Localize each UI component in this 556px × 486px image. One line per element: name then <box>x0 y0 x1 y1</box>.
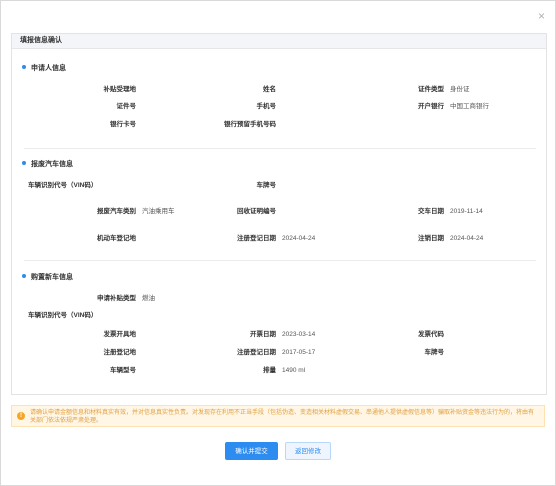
panel-title: 填报信息确认 <box>12 34 546 49</box>
section-newcar-title: 购置新车信息 <box>22 273 73 283</box>
bullet-dot-icon <box>22 274 26 279</box>
label-handover-date: 交车日期 <box>418 208 444 215</box>
value-scrap-category: 汽油乘用车 <box>142 208 175 215</box>
label-name: 姓名 <box>263 86 276 93</box>
value-invoice-date: 2023-03-14 <box>282 331 316 338</box>
label-subsidy-type: 申请补贴类型 <box>97 295 136 302</box>
section-applicant-label: 申请人信息 <box>31 65 66 72</box>
section-scrapped-title: 报废汽车信息 <box>22 160 73 170</box>
bullet-dot-icon <box>22 65 26 70</box>
label-cancel-date: 注销日期 <box>418 235 444 242</box>
label-subsidy-location: 补贴受理地 <box>103 86 137 93</box>
value-new-reg-date: 2017-05-17 <box>282 349 316 356</box>
section-divider <box>24 148 536 149</box>
label-invoice-code: 发票代码 <box>418 331 444 338</box>
confirm-dialog: × 填报信息确认 申请人信息 补贴受理地 姓名 证件类型 身份证 证件号 手机号… <box>0 0 556 486</box>
section-applicant-title: 申请人信息 <box>22 64 66 74</box>
warning-icon: ! <box>17 412 25 420</box>
label-invoice-place: 发票开具地 <box>103 331 137 338</box>
value-bank: 中国工商银行 <box>450 103 489 110</box>
confirm-submit-button[interactable]: 确认并提交 <box>225 442 278 460</box>
info-panel: 填报信息确认 申请人信息 补贴受理地 姓名 证件类型 身份证 证件号 手机号 开… <box>11 33 547 395</box>
value-cancel-date: 2024-04-24 <box>450 235 484 242</box>
label-bank-phone: 银行预留手机号码 <box>224 121 276 128</box>
notice-bar: ! 请确认申请金额信息和材料真实有效，并对信息真实性负责。对发现存在利用不正当手… <box>11 405 545 427</box>
section-scrapped-label: 报废汽车信息 <box>31 161 73 168</box>
value-subsidy-type: 燃油 <box>142 295 155 302</box>
label-bank: 开户银行 <box>418 103 444 110</box>
value-handover-date: 2019-11-14 <box>450 208 483 215</box>
label-invoice-date: 开票日期 <box>250 331 276 338</box>
label-new-plate: 车牌号 <box>424 349 445 356</box>
close-icon[interactable]: × <box>538 9 545 23</box>
label-id-number: 证件号 <box>116 103 137 110</box>
value-displacement: 1490 ml <box>282 367 306 374</box>
label-vehicle-reg-place: 机动车登记地 <box>97 235 136 242</box>
label-new-reg-place: 注册登记地 <box>103 349 137 356</box>
label-new-reg-date: 注册登记日期 <box>237 349 276 356</box>
section-divider <box>24 260 536 261</box>
label-displacement: 排量 <box>263 367 276 374</box>
back-edit-button[interactable]: 返回修改 <box>285 442 331 460</box>
label-scrap-category: 报废汽车类别 <box>97 208 136 215</box>
label-reg-date: 注册登记日期 <box>237 235 276 242</box>
notice-text: 请确认申请金额信息和材料真实有效，并对信息真实性负责。对发现存在利用不正当手段（… <box>30 410 535 424</box>
value-id-type: 身份证 <box>450 86 470 93</box>
label-vehicle-model: 车辆型号 <box>110 367 136 374</box>
value-reg-date: 2024-04-24 <box>282 235 316 242</box>
section-newcar-label: 购置新车信息 <box>31 274 73 281</box>
label-phone: 手机号 <box>256 103 277 110</box>
label-plate: 车牌号 <box>256 182 277 189</box>
label-id-type: 证件类型 <box>418 86 444 93</box>
label-bank-card: 银行卡号 <box>110 121 136 128</box>
bullet-dot-icon <box>22 161 26 166</box>
label-vin: 车辆识别代号（VIN码） <box>28 182 98 189</box>
label-new-vin: 车辆识别代号（VIN码） <box>28 312 98 319</box>
label-recycle-cert: 回收证明编号 <box>237 208 276 215</box>
